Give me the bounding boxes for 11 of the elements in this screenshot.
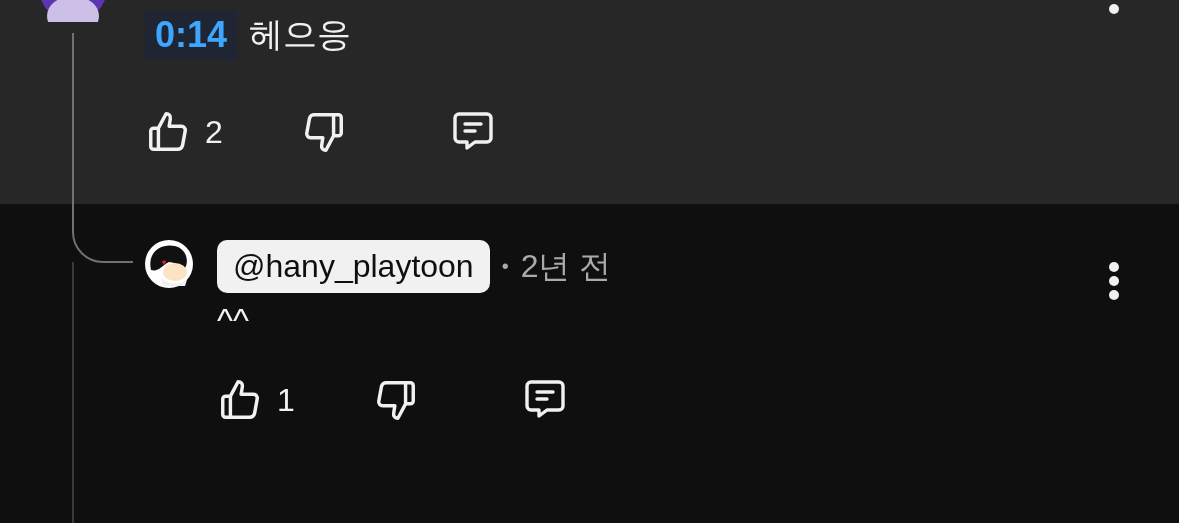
- comment-age: 2년 전: [520, 246, 612, 286]
- more-options-icon[interactable]: [1109, 262, 1119, 300]
- timestamp-link[interactable]: 0:14: [145, 10, 238, 60]
- like-count: 1: [277, 381, 296, 419]
- like-count: 2: [205, 113, 224, 151]
- avatar-icon: [145, 240, 193, 288]
- separator-dot: •: [501, 255, 509, 278]
- avatar-icon: [38, 0, 108, 22]
- comment-text: 헤으응: [249, 14, 352, 55]
- comment-text: ^^: [217, 301, 250, 340]
- author-handle[interactable]: @hany_playtoon: [217, 240, 490, 293]
